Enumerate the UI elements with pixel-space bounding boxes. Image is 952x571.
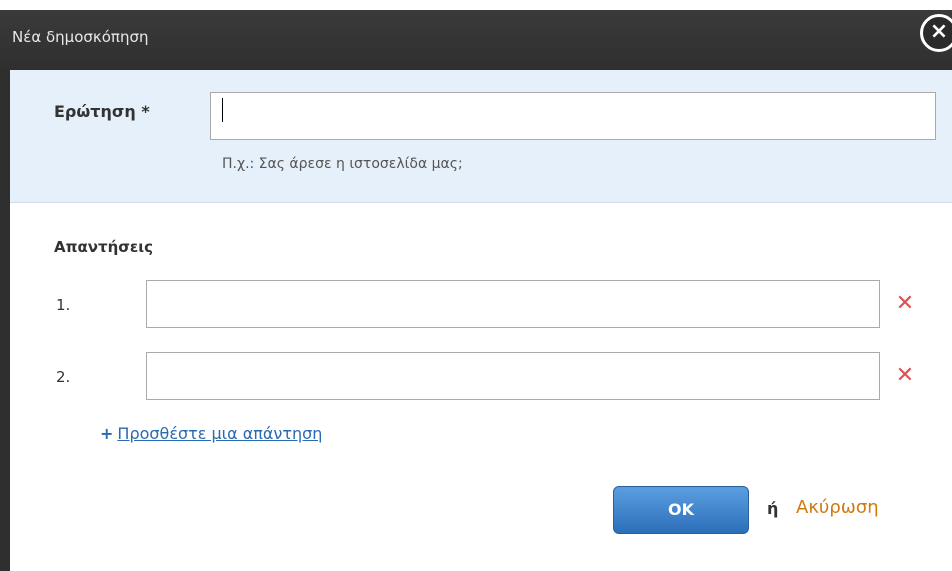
plus-icon: + bbox=[100, 424, 114, 443]
answer-number: 2. bbox=[56, 368, 71, 386]
new-poll-dialog: Νέα δημοσκόπηση × Ερώτηση * Π.χ.: Σας άρ… bbox=[0, 0, 952, 571]
dialog-titlebar: Νέα δημοσκόπηση bbox=[0, 10, 952, 70]
or-text: ή bbox=[767, 499, 779, 518]
remove-icon[interactable]: ✕ bbox=[893, 292, 917, 316]
answer-input-2[interactable] bbox=[146, 352, 880, 400]
text-caret bbox=[222, 98, 223, 122]
answers-heading: Απαντήσεις bbox=[54, 238, 154, 256]
cancel-link[interactable]: Ακύρωση bbox=[796, 497, 879, 518]
question-input[interactable] bbox=[210, 92, 936, 140]
answer-number: 1. bbox=[56, 296, 71, 314]
answer-row: 2. ✕ bbox=[0, 352, 952, 402]
close-icon[interactable]: × bbox=[920, 14, 952, 52]
question-section: Ερώτηση * Π.χ.: Σας άρεσε η ιστοσελίδα μ… bbox=[10, 70, 952, 203]
add-answer-label: Προσθέστε μια απάντηση bbox=[117, 424, 323, 443]
answer-input-1[interactable] bbox=[146, 280, 880, 328]
question-label: Ερώτηση * bbox=[54, 102, 150, 121]
add-answer-link[interactable]: + Προσθέστε μια απάντηση bbox=[100, 424, 322, 443]
dialog-title: Νέα δημοσκόπηση bbox=[12, 28, 149, 46]
answer-row: 1. ✕ bbox=[0, 280, 952, 330]
question-hint: Π.χ.: Σας άρεσε η ιστοσελίδα μας; bbox=[222, 156, 463, 172]
ok-button[interactable]: OK bbox=[613, 486, 749, 534]
remove-icon[interactable]: ✕ bbox=[893, 364, 917, 388]
